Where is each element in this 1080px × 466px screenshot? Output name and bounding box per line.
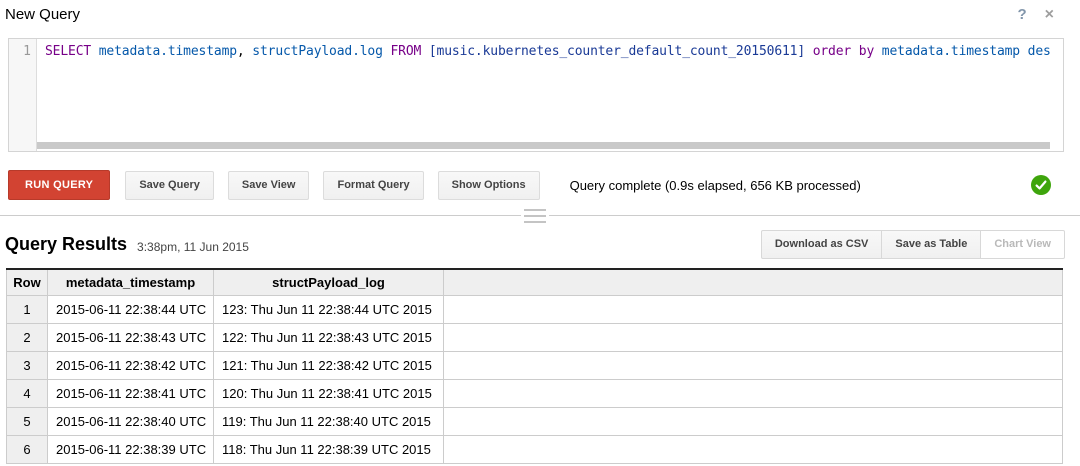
- results-header: Query Results 3:38pm, 11 Jun 2015 Downlo…: [5, 226, 1065, 262]
- sql-token: order: [805, 44, 851, 59]
- log-cell: 122: Thu Jun 11 22:38:43 UTC 2015: [214, 324, 444, 352]
- empty-cell: [444, 296, 1063, 324]
- sql-token: des: [1020, 44, 1051, 59]
- empty-cell: [444, 380, 1063, 408]
- table-row: 62015-06-11 22:38:39 UTC118: Thu Jun 11 …: [7, 436, 1063, 464]
- save-view-button[interactable]: Save View: [228, 171, 310, 200]
- query-toolbar: RUN QUERY Save Query Save View Format Qu…: [8, 170, 1072, 200]
- log-cell: 121: Thu Jun 11 22:38:42 UTC 2015: [214, 352, 444, 380]
- table-row: 52015-06-11 22:38:40 UTC119: Thu Jun 11 …: [7, 408, 1063, 436]
- column-header-row: Row: [7, 269, 48, 296]
- results-action-group: Download as CSV Save as Table Chart View: [761, 230, 1065, 259]
- log-cell: 120: Thu Jun 11 22:38:41 UTC 2015: [214, 380, 444, 408]
- table-row: 22015-06-11 22:38:43 UTC122: Thu Jun 11 …: [7, 324, 1063, 352]
- row-number-cell: 2: [7, 324, 48, 352]
- column-header-empty: [444, 269, 1063, 296]
- page-title: New Query: [5, 6, 80, 23]
- save-as-table-button[interactable]: Save as Table: [882, 230, 981, 259]
- sql-token: metadata.timestamp: [91, 44, 237, 59]
- editor-gutter: 1: [9, 39, 37, 151]
- help-icon[interactable]: ?: [1017, 6, 1026, 23]
- line-number: 1: [23, 44, 31, 59]
- download-csv-button[interactable]: Download as CSV: [761, 230, 883, 259]
- timestamp-cell: 2015-06-11 22:38:40 UTC: [48, 408, 214, 436]
- row-number-cell: 1: [7, 296, 48, 324]
- row-number-cell: 4: [7, 380, 48, 408]
- table-row: 42015-06-11 22:38:41 UTC120: Thu Jun 11 …: [7, 380, 1063, 408]
- column-header-structpayload-log: structPayload_log: [214, 269, 444, 296]
- row-number-cell: 3: [7, 352, 48, 380]
- query-status-text: Query complete (0.9s elapsed, 656 KB pro…: [570, 178, 861, 193]
- results-table: Row metadata_timestamp structPayload_log…: [6, 268, 1063, 464]
- sql-token: SELECT: [45, 44, 91, 59]
- success-check-icon: [1031, 175, 1051, 195]
- empty-cell: [444, 408, 1063, 436]
- save-query-button[interactable]: Save Query: [125, 171, 214, 200]
- log-cell: 123: Thu Jun 11 22:38:44 UTC 2015: [214, 296, 444, 324]
- format-query-button[interactable]: Format Query: [323, 171, 423, 200]
- empty-cell: [444, 352, 1063, 380]
- timestamp-cell: 2015-06-11 22:38:44 UTC: [48, 296, 214, 324]
- row-number-cell: 5: [7, 408, 48, 436]
- sql-token: FROM: [383, 44, 421, 59]
- results-table-body: 12015-06-11 22:38:44 UTC123: Thu Jun 11 …: [7, 296, 1063, 464]
- show-options-button[interactable]: Show Options: [438, 171, 540, 200]
- empty-cell: [444, 324, 1063, 352]
- new-query-panel: New Query ? × 1 SELECT metadata.timestam…: [0, 0, 1080, 464]
- sql-token: metadata.timestamp: [874, 44, 1020, 59]
- panel-header: New Query ? ×: [0, 0, 1080, 30]
- sql-token: [music.kubernetes_counter_default_count_…: [421, 44, 805, 59]
- sql-token: by: [851, 44, 874, 59]
- close-icon[interactable]: ×: [1045, 6, 1054, 23]
- splitter-drag-handle-icon[interactable]: [521, 209, 549, 223]
- table-row: 12015-06-11 22:38:44 UTC123: Thu Jun 11 …: [7, 296, 1063, 324]
- table-row: 32015-06-11 22:38:42 UTC121: Thu Jun 11 …: [7, 352, 1063, 380]
- timestamp-cell: 2015-06-11 22:38:41 UTC: [48, 380, 214, 408]
- timestamp-cell: 2015-06-11 22:38:39 UTC: [48, 436, 214, 464]
- row-number-cell: 6: [7, 436, 48, 464]
- timestamp-cell: 2015-06-11 22:38:43 UTC: [48, 324, 214, 352]
- panel-splitter: [0, 200, 1080, 226]
- sql-code-line: SELECT metadata.timestamp, structPayload…: [38, 39, 1062, 59]
- run-query-button[interactable]: RUN QUERY: [8, 170, 110, 200]
- column-header-metadata-timestamp: metadata_timestamp: [48, 269, 214, 296]
- table-header-row: Row metadata_timestamp structPayload_log: [7, 269, 1063, 296]
- log-cell: 119: Thu Jun 11 22:38:40 UTC 2015: [214, 408, 444, 436]
- header-icons: ? ×: [1017, 6, 1054, 23]
- sql-token: ,: [237, 44, 245, 59]
- sql-token: structPayload.log: [245, 44, 383, 59]
- editor-horizontal-scrollbar[interactable]: [37, 142, 1050, 149]
- log-cell: 118: Thu Jun 11 22:38:39 UTC 2015: [214, 436, 444, 464]
- chart-view-button[interactable]: Chart View: [981, 230, 1065, 259]
- sql-editor[interactable]: 1 SELECT metadata.timestamp, structPaylo…: [8, 38, 1064, 152]
- results-title: Query Results: [5, 234, 127, 255]
- empty-cell: [444, 436, 1063, 464]
- timestamp-cell: 2015-06-11 22:38:42 UTC: [48, 352, 214, 380]
- results-timestamp: 3:38pm, 11 Jun 2015: [137, 240, 249, 254]
